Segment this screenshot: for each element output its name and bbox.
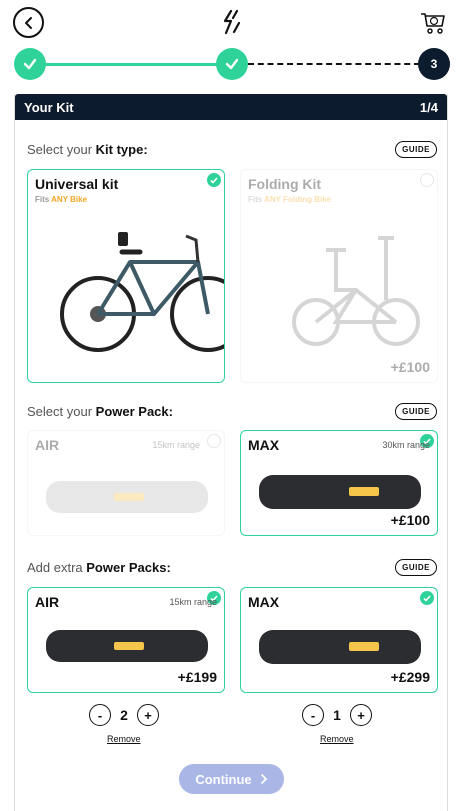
extra-pack-price: +£199 bbox=[177, 669, 217, 685]
power-pack-range: 15km range bbox=[152, 440, 200, 450]
kit-option-folding[interactable]: Folding Kit Fits ANY Folding Bike +£100 bbox=[240, 169, 438, 383]
check-icon bbox=[225, 58, 239, 70]
checkout-progress: 3 bbox=[0, 48, 456, 82]
max-power-pack-image bbox=[259, 630, 421, 664]
panel-page-indicator: 1/4 bbox=[419, 99, 438, 115]
kit-type-label: Select your Kit type: bbox=[27, 142, 148, 157]
extra-pack-title: AIR bbox=[35, 594, 60, 610]
kit-option-title: Universal kit bbox=[35, 176, 119, 192]
top-bar bbox=[0, 0, 456, 44]
folding-bike-image bbox=[292, 236, 420, 346]
kit-option-subtitle: Fits ANY Bike bbox=[35, 195, 88, 204]
progress-step-2 bbox=[216, 48, 248, 80]
decrement-button[interactable]: - bbox=[302, 704, 324, 726]
power-pack-range: 30km range bbox=[382, 440, 430, 450]
check-icon bbox=[23, 58, 37, 70]
kit-panel: Your Kit 1/4 Select your Kit type: GUIDE… bbox=[14, 94, 448, 811]
kit-option-subtitle: Fits ANY Folding Bike bbox=[248, 195, 332, 204]
decrement-button[interactable]: - bbox=[89, 704, 111, 726]
increment-button[interactable]: + bbox=[137, 704, 159, 726]
air-power-pack-image bbox=[46, 481, 208, 513]
progress-line-complete bbox=[30, 63, 234, 66]
power-pack-label: Select your Power Pack: bbox=[27, 404, 173, 419]
selected-check-icon bbox=[207, 173, 221, 187]
continue-label: Continue bbox=[195, 771, 252, 787]
quantity-value: 1 bbox=[333, 707, 341, 723]
cart-icon[interactable] bbox=[418, 10, 446, 36]
chevron-left-icon bbox=[24, 16, 32, 29]
chevron-right-icon bbox=[260, 774, 267, 784]
kit-option-price: +£100 bbox=[390, 359, 430, 375]
extra-pack-title: MAX bbox=[248, 594, 280, 610]
power-pack-guide-button[interactable]: GUIDE bbox=[395, 403, 437, 420]
kit-type-guide-button[interactable]: GUIDE bbox=[395, 141, 437, 158]
universal-bike-image bbox=[60, 232, 224, 352]
back-button[interactable] bbox=[13, 7, 44, 38]
extra-packs-guide-button[interactable]: GUIDE bbox=[395, 559, 437, 576]
quantity-value: 2 bbox=[120, 707, 128, 723]
extra-packs-section-header: Add extra Power Packs: GUIDE bbox=[27, 559, 437, 576]
brand-logo-icon bbox=[223, 9, 241, 35]
panel-title: Your Kit bbox=[24, 99, 74, 115]
extra-pack-option-max[interactable]: MAX +£299 bbox=[240, 587, 438, 693]
increment-button[interactable]: + bbox=[350, 704, 372, 726]
power-pack-option-air[interactable]: AIR 15km range bbox=[27, 430, 225, 536]
power-pack-section-header: Select your Power Pack: GUIDE bbox=[27, 403, 437, 420]
continue-button[interactable]: Continue bbox=[179, 764, 284, 794]
power-pack-title: AIR bbox=[35, 437, 60, 453]
extra-pack-price: +£299 bbox=[390, 669, 430, 685]
extra-packs-label: Add extra Power Packs: bbox=[27, 560, 171, 575]
extra-pack-option-air[interactable]: AIR 15km range +£199 bbox=[27, 587, 225, 693]
max-power-pack-image bbox=[259, 475, 421, 509]
selected-check-icon bbox=[420, 591, 434, 605]
progress-step-3: 3 bbox=[418, 48, 450, 80]
unselected-radio-icon bbox=[207, 434, 221, 448]
remove-link[interactable]: Remove bbox=[320, 734, 354, 744]
kit-option-title: Folding Kit bbox=[248, 176, 322, 192]
max-quantity-stepper: - 1 + bbox=[302, 704, 372, 726]
air-power-pack-image bbox=[46, 630, 208, 662]
remove-link[interactable]: Remove bbox=[107, 734, 141, 744]
kit-option-universal[interactable]: Universal kit Fits ANY Bike bbox=[27, 169, 225, 383]
air-quantity-stepper: - 2 + bbox=[89, 704, 159, 726]
progress-line-pending bbox=[248, 63, 420, 65]
power-pack-price: +£100 bbox=[390, 512, 430, 528]
progress-step-1 bbox=[14, 48, 46, 80]
power-pack-option-max[interactable]: MAX 30km range +£100 bbox=[240, 430, 438, 536]
power-pack-title: MAX bbox=[248, 437, 280, 453]
unselected-radio-icon bbox=[420, 173, 434, 187]
kit-type-section-header: Select your Kit type: GUIDE bbox=[27, 141, 437, 158]
panel-header: Your Kit 1/4 bbox=[15, 94, 447, 120]
progress-step-3-label: 3 bbox=[430, 57, 438, 71]
extra-pack-range: 15km range bbox=[169, 597, 217, 607]
